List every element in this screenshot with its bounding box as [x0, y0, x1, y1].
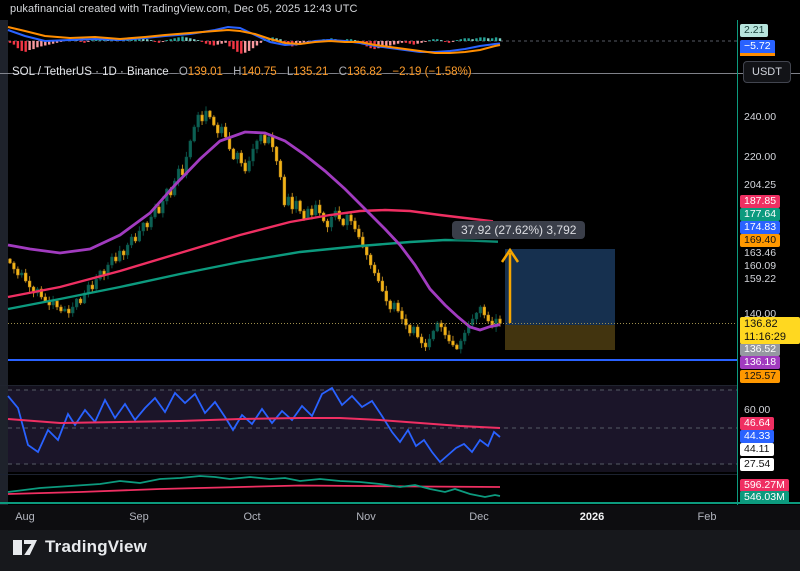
price-axis-label: 174.83 [740, 221, 780, 234]
open-label: O [179, 66, 188, 78]
close-value: 136.82 [347, 66, 382, 78]
macd-line-value-label: −5.72 [740, 40, 775, 56]
price-axis-label: 44.11 [740, 443, 774, 456]
price-axis-label: 44.33 [740, 430, 774, 443]
time-axis-label: Sep [129, 511, 149, 523]
time-axis-label: 2026 [580, 511, 604, 523]
time-axis-label: Feb [698, 511, 717, 523]
price-axis-label: 546.03M [740, 491, 789, 504]
projection-tooltip: 37.92 (27.62%) 3,792 [452, 221, 585, 239]
time-axis-label: Nov [356, 511, 376, 523]
price-axis-label: 159.22 [740, 273, 780, 286]
tradingview-logo-text: TradingView [45, 537, 147, 557]
tradingview-chart-window: pukafinancial created with TradingView.c… [0, 0, 800, 571]
tradingview-logo-icon [12, 539, 38, 556]
time-axis-label: Aug [15, 511, 35, 523]
current-price-value: 136.82 [744, 318, 796, 331]
high-value: 140.75 [241, 66, 276, 78]
bar-countdown: 11:16:29 [744, 331, 796, 344]
price-axis-label: 220.00 [740, 151, 780, 164]
symbol-title: SOL / TetherUS · 1D · Binance [12, 66, 169, 78]
price-axis-label: 136.18 [740, 356, 780, 369]
price-axis[interactable]: 240.00 220.00 204.25 187.85177.64174.83169.… [737, 20, 800, 530]
time-axis[interactable]: Aug Sep Oct Nov Dec 2026 Feb [0, 505, 800, 530]
current-price-label: 136.82 11:16:29 [740, 317, 800, 344]
price-axis-label: 60.00 [740, 404, 774, 417]
change-value: −2.19 (−1.58%) [392, 66, 471, 78]
symbol-ohlc-bar[interactable]: SOL / TetherUS · 1D · Binance O139.01 H1… [12, 66, 472, 78]
pane-separator[interactable] [0, 385, 737, 386]
price-axis-label: 46.64 [740, 417, 774, 430]
price-axis-label: 163.46 [740, 247, 780, 260]
close-label: C [339, 66, 347, 78]
chart-canvas[interactable] [0, 0, 800, 571]
time-axis-label: Oct [243, 511, 260, 523]
price-axis-label: 177.64 [740, 208, 780, 221]
open-value: 139.01 [188, 66, 223, 78]
price-axis-label: 204.25 [740, 179, 780, 192]
pane-separator[interactable] [0, 474, 737, 475]
price-axis-label: 136.52 [740, 343, 780, 356]
low-value: 135.21 [293, 66, 328, 78]
price-axis-label: 160.09 [740, 260, 780, 273]
price-axis-label: 187.85 [740, 195, 780, 208]
price-axis-label: 169.40 [740, 234, 780, 247]
price-axis-label: 240.00 [740, 111, 780, 124]
macd-histogram-value-label: 2.21 [740, 24, 768, 37]
price-axis-label: 125.57 [740, 370, 780, 383]
tradingview-logo[interactable]: TradingView [12, 537, 147, 557]
currency-toggle-button[interactable]: USDT [743, 61, 791, 83]
price-axis-label: 27.54 [740, 458, 774, 471]
time-axis-label: Dec [469, 511, 489, 523]
